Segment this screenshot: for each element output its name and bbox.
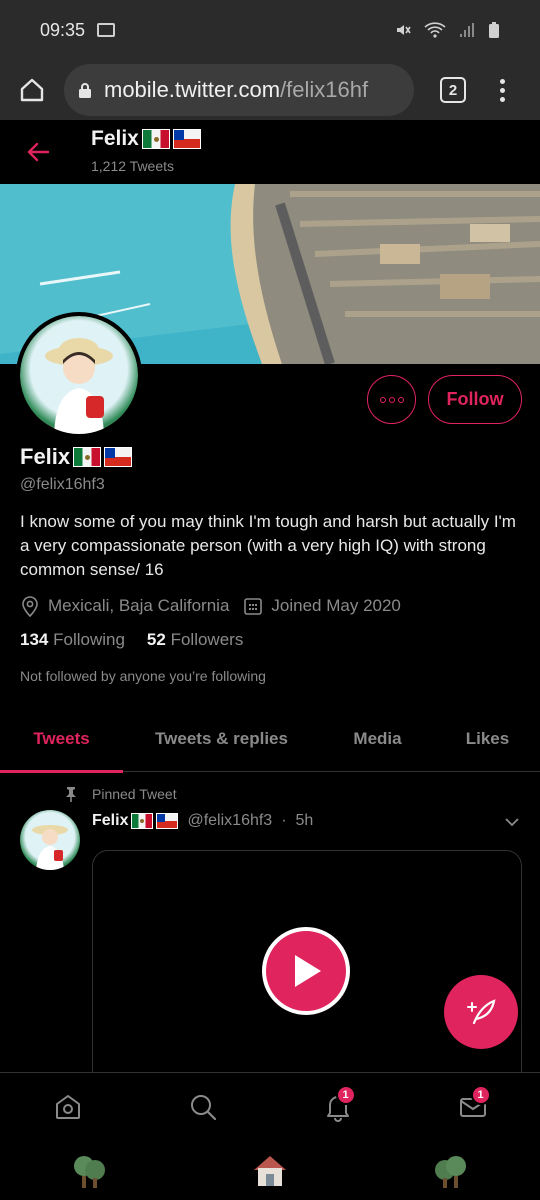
joined-item: Joined May 2020 (243, 596, 401, 616)
location-text: Mexicali, Baja California (48, 596, 230, 615)
search-icon (190, 1094, 216, 1120)
tab-switcher-button[interactable]: 2 (440, 77, 466, 103)
browser-home-button[interactable] (0, 60, 64, 120)
wifi-icon (424, 22, 446, 38)
profile-meta: Mexicali, Baja California Joined May 202… (20, 594, 415, 618)
chevron-down-icon[interactable] (503, 815, 521, 829)
mexico-flag-icon (141, 129, 170, 149)
nav-notifications[interactable]: 1 (308, 1077, 368, 1137)
followers-count: 52 (146, 630, 166, 649)
url-host: mobile.twitter.com (104, 77, 281, 102)
chile-flag-icon (172, 129, 201, 149)
profile-name: Felix (20, 444, 71, 469)
tree-right-icon[interactable] (431, 1150, 469, 1190)
play-icon (295, 955, 321, 987)
status-bar: 09:35 (0, 0, 540, 60)
chile-flag-icon (156, 813, 179, 829)
calendar-icon (244, 598, 263, 615)
tweet-separator: · (281, 812, 287, 829)
profile-name-row: Felix (20, 444, 133, 470)
follow-button[interactable]: Follow (428, 375, 522, 424)
profile-tabs: Tweets Tweets & replies Media Likes (0, 706, 540, 773)
location-item: Mexicali, Baja California (20, 595, 229, 617)
more-options-button[interactable] (367, 375, 416, 424)
compose-tweet-button[interactable] (444, 975, 518, 1049)
messages-badge: 1 (470, 1084, 491, 1105)
not-followed-notice: Not followed by anyone you’re following (20, 668, 266, 684)
tweet-author-name[interactable]: Felix (92, 812, 128, 830)
mexico-flag-icon (131, 813, 154, 829)
following-count: 134 (20, 630, 49, 649)
followers-link[interactable]: 52 Followers (147, 630, 243, 650)
address-bar[interactable]: mobile.twitter.com/felix16hf (64, 64, 414, 116)
status-time: 09:35 (40, 19, 86, 40)
profile-header: Felix 1,212 Tweets (0, 120, 540, 184)
chile-flag-icon (104, 447, 133, 467)
pinned-indicator: Pinned Tweet (64, 786, 177, 802)
lock-icon (79, 83, 91, 98)
joined-text: Joined May 2020 (271, 596, 401, 615)
system-navigation (0, 1140, 540, 1200)
nav-search[interactable] (173, 1077, 233, 1137)
tree-left-icon[interactable] (71, 1150, 109, 1190)
home-icon (55, 1094, 80, 1119)
following-link[interactable]: 134 Following (20, 630, 125, 650)
play-video-button[interactable] (262, 927, 350, 1015)
browser-toolbar: mobile.twitter.com/felix16hf 2 (0, 60, 540, 120)
signal-icon (460, 23, 474, 37)
pinned-label: Pinned Tweet (92, 786, 177, 802)
tab-media[interactable]: Media (320, 706, 435, 772)
status-icons (394, 21, 500, 39)
mexico-flag-icon (73, 447, 102, 467)
pin-icon (66, 787, 76, 802)
tweet-time: 5h (295, 812, 314, 829)
bottom-navigation: 1 1 (0, 1072, 540, 1140)
browser-menu-button[interactable] (500, 78, 505, 102)
header-name-row: Felix (91, 127, 201, 151)
tweet-header: Felix @felix16hf3 · 5h (92, 812, 313, 830)
followers-label: Followers (170, 630, 244, 649)
nav-home[interactable] (38, 1077, 98, 1137)
url-path: /felix16hf (280, 77, 369, 102)
following-label: Following (53, 630, 125, 649)
feather-plus-icon (467, 999, 496, 1025)
tab-tweets-replies[interactable]: Tweets & replies (123, 706, 320, 772)
follow-stats: 134 Following 52 Followers (20, 630, 243, 650)
home-icon (20, 78, 44, 102)
location-pin-icon (22, 596, 38, 617)
tab-tweets[interactable]: Tweets (0, 706, 123, 773)
tweet-avatar[interactable] (20, 810, 80, 870)
profile-bio: I know some of you may think I'm tough a… (20, 512, 516, 579)
header-name: Felix (91, 127, 139, 150)
tweet-count: 1,212 Tweets (91, 158, 175, 174)
gallery-notification-icon (97, 23, 116, 37)
battery-icon (489, 22, 499, 38)
profile-handle: @felix16hf3 (20, 476, 105, 493)
mute-icon (397, 25, 411, 35)
nav-messages[interactable]: 1 (443, 1077, 503, 1137)
tweet-author-handle: @felix16hf3 (187, 812, 273, 829)
notifications-badge: 1 (335, 1084, 356, 1105)
back-arrow-icon[interactable] (22, 136, 54, 168)
house-home-icon[interactable] (250, 1152, 290, 1188)
tab-likes[interactable]: Likes (435, 706, 540, 772)
profile-avatar[interactable] (16, 312, 142, 438)
